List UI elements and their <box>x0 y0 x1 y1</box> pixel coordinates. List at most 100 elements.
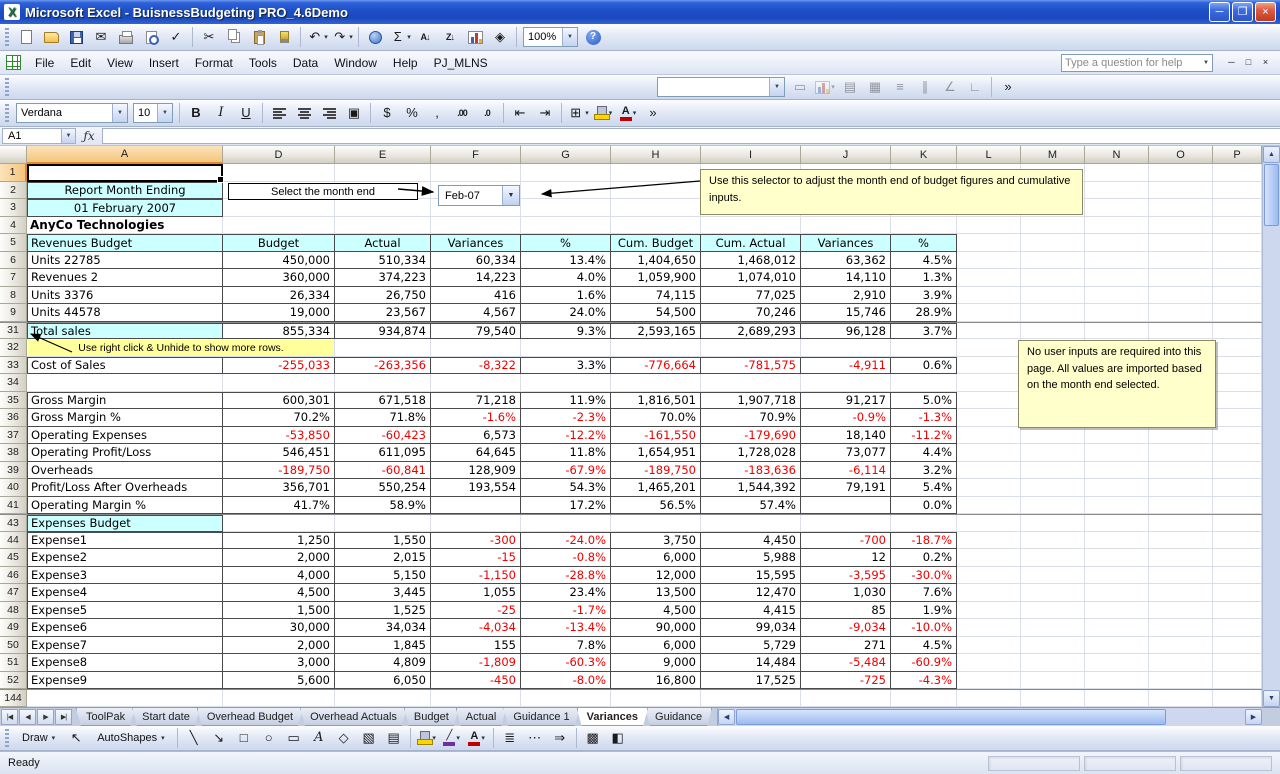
cell-E40[interactable]: 550,254 <box>335 479 431 497</box>
cell-L45[interactable] <box>957 549 1021 567</box>
underline-button[interactable]: U <box>234 102 258 124</box>
cell-F51[interactable]: -1,809 <box>431 654 521 672</box>
cell-M41[interactable] <box>1021 497 1085 515</box>
cell-F46[interactable]: -1,150 <box>431 567 521 585</box>
row-header-39[interactable]: 39 <box>0 462 27 480</box>
cell-A7[interactable]: Revenues 2 <box>27 269 223 287</box>
column-header-H[interactable]: H <box>611 146 701 164</box>
cell-L8[interactable] <box>957 287 1021 305</box>
cell-P51[interactable] <box>1213 654 1262 672</box>
italic-button[interactable]: I <box>209 102 233 124</box>
cell-J47[interactable]: 1,030 <box>801 584 891 602</box>
cell-I7[interactable]: 1,074,010 <box>701 269 801 287</box>
cell-D9[interactable]: 19,000 <box>223 304 335 322</box>
cell-A51[interactable]: Expense8 <box>27 654 223 672</box>
cell-N38[interactable] <box>1085 444 1149 462</box>
cell-G52[interactable]: -8.0% <box>521 672 611 690</box>
cell-G33[interactable]: 3.3% <box>521 357 611 375</box>
cell-E47[interactable]: 3,445 <box>335 584 431 602</box>
cell-N50[interactable] <box>1085 637 1149 655</box>
row-header-35[interactable]: 35 <box>0 392 27 410</box>
cell-P2[interactable] <box>1213 182 1262 200</box>
chart-type-button[interactable]: ▾ <box>813 76 837 98</box>
cell-O46[interactable] <box>1149 567 1213 585</box>
cell-M38[interactable] <box>1021 444 1085 462</box>
cell-F6[interactable]: 60,334 <box>431 252 521 270</box>
scroll-up-icon[interactable]: ▲ <box>1263 146 1280 163</box>
cell-D6[interactable]: 450,000 <box>223 252 335 270</box>
cell-J35[interactable]: 91,217 <box>801 392 891 410</box>
cell-E46[interactable]: 5,150 <box>335 567 431 585</box>
row-header-48[interactable]: 48 <box>0 602 27 620</box>
cell-H39[interactable]: -189,750 <box>611 462 701 480</box>
cell-E8[interactable]: 26,750 <box>335 287 431 305</box>
cell-P50[interactable] <box>1213 637 1262 655</box>
month-end-selector[interactable]: Feb-07 ▼ <box>438 185 520 206</box>
cell-K33[interactable]: 0.6% <box>891 357 957 375</box>
row-header-52[interactable]: 52 <box>0 672 27 690</box>
cell-M144[interactable] <box>1021 690 1085 707</box>
cell-G5[interactable]: % <box>521 234 611 252</box>
cell-N9[interactable] <box>1085 304 1149 322</box>
cell-J39[interactable]: -6,114 <box>801 462 891 480</box>
row-header-50[interactable]: 50 <box>0 637 27 655</box>
cell-I45[interactable]: 5,988 <box>701 549 801 567</box>
cell-N52[interactable] <box>1085 672 1149 690</box>
cell-M48[interactable] <box>1021 602 1085 620</box>
cell-I48[interactable]: 4,415 <box>701 602 801 620</box>
cell-N40[interactable] <box>1085 479 1149 497</box>
cell-L40[interactable] <box>957 479 1021 497</box>
cell-G2[interactable] <box>521 182 611 200</box>
cell-I51[interactable]: 14,484 <box>701 654 801 672</box>
close-button[interactable]: × <box>1255 2 1276 22</box>
cell-H38[interactable]: 1,654,951 <box>611 444 701 462</box>
font-size-combo[interactable]: 10▼ <box>133 103 173 123</box>
cell-H37[interactable]: -161,550 <box>611 427 701 445</box>
row-header-47[interactable]: 47 <box>0 584 27 602</box>
cell-H4[interactable] <box>611 217 701 235</box>
cell-O37[interactable] <box>1149 427 1213 445</box>
cell-O41[interactable] <box>1149 497 1213 515</box>
angle-text-downward-button[interactable]: ∠ <box>938 76 962 98</box>
autoshapes-menu-button[interactable]: AutoShapes▾ <box>89 728 172 749</box>
cell-H2[interactable] <box>611 182 701 200</box>
cell-H31[interactable]: 2,593,165 <box>611 323 701 340</box>
cell-F40[interactable]: 193,554 <box>431 479 521 497</box>
increase-indent-button[interactable]: ⇥ <box>533 102 557 124</box>
cell-G38[interactable]: 11.8% <box>521 444 611 462</box>
cell-G44[interactable]: -24.0% <box>521 532 611 550</box>
cell-M47[interactable] <box>1021 584 1085 602</box>
line-button[interactable]: ╲ <box>182 727 206 749</box>
cell-J144[interactable] <box>801 690 891 707</box>
row-header-45[interactable]: 45 <box>0 549 27 567</box>
email-button[interactable]: ✉ <box>89 26 113 48</box>
cell-A2[interactable]: Report Month Ending <box>27 182 223 200</box>
currency-style-button[interactable]: $ <box>375 102 399 124</box>
cell-I6[interactable]: 1,468,012 <box>701 252 801 270</box>
scroll-right-icon[interactable]: ▶ <box>1245 709 1262 725</box>
maximize-button[interactable]: ❐ <box>1232 2 1253 22</box>
column-header-M[interactable]: M <box>1021 146 1085 164</box>
cell-M44[interactable] <box>1021 532 1085 550</box>
cell-G144[interactable] <box>521 690 611 707</box>
cell-G45[interactable]: -0.8% <box>521 549 611 567</box>
cell-K32[interactable] <box>891 339 957 357</box>
cell-D50[interactable]: 2,000 <box>223 637 335 655</box>
new-document-button[interactable] <box>14 26 38 48</box>
cell-I4[interactable] <box>701 217 801 235</box>
cell-A8[interactable]: Units 3376 <box>27 287 223 305</box>
cell-F34[interactable] <box>431 374 521 392</box>
cell-E39[interactable]: -60,841 <box>335 462 431 480</box>
cell-J32[interactable] <box>801 339 891 357</box>
cell-O51[interactable] <box>1149 654 1213 672</box>
data-table-button[interactable]: ▦ <box>863 76 887 98</box>
scroll-down-icon[interactable]: ▼ <box>1263 690 1280 707</box>
cell-L52[interactable] <box>957 672 1021 690</box>
cell-J33[interactable]: -4,911 <box>801 357 891 375</box>
cell-K31[interactable]: 3.7% <box>891 323 957 340</box>
cell-N43[interactable] <box>1085 515 1149 532</box>
cell-G51[interactable]: -60.3% <box>521 654 611 672</box>
cell-N49[interactable] <box>1085 619 1149 637</box>
cell-E35[interactable]: 671,518 <box>335 392 431 410</box>
cell-P31[interactable] <box>1213 323 1262 340</box>
